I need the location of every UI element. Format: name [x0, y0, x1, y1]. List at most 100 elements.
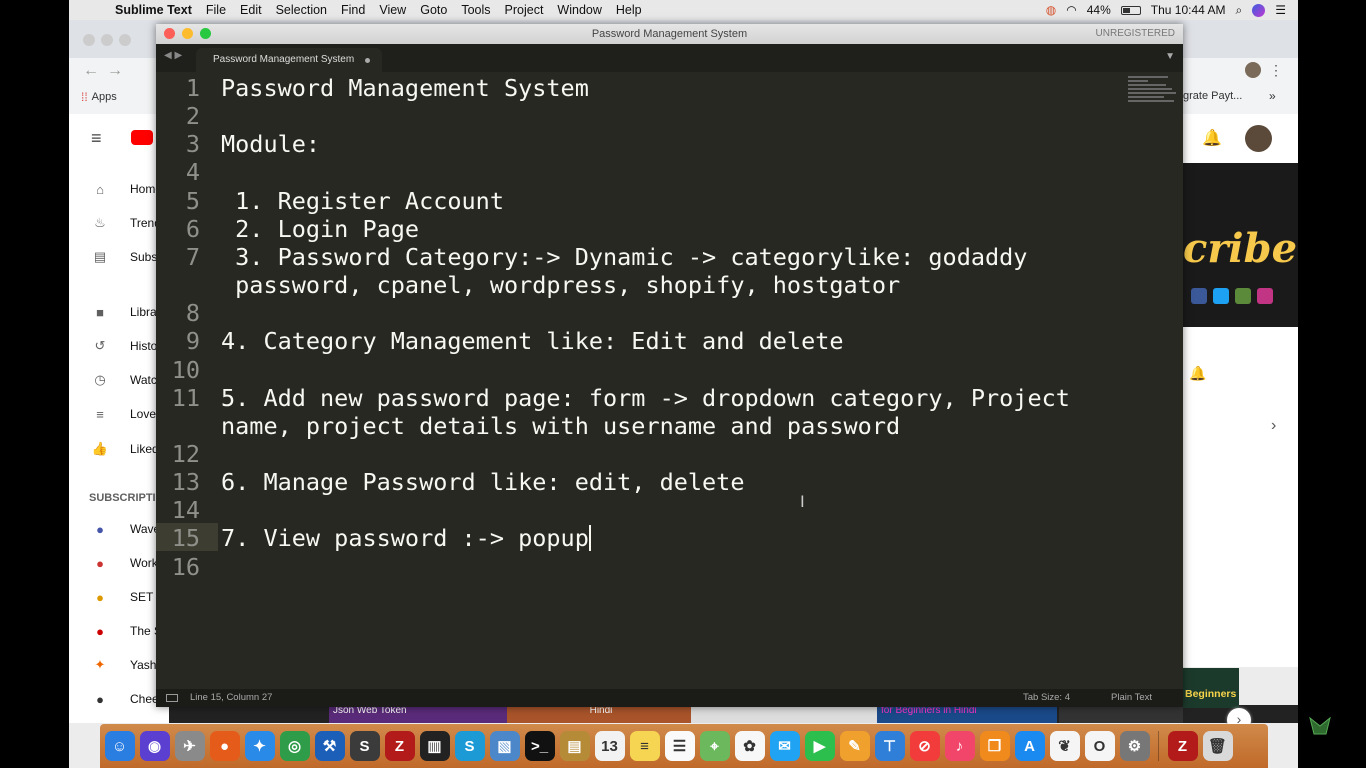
menu-goto[interactable]: Goto — [420, 3, 447, 17]
unsaved-dot-icon[interactable] — [365, 58, 370, 63]
video-thumbnail[interactable]: Json Web Token — [329, 705, 507, 723]
chrome-zoom-button[interactable] — [119, 34, 131, 46]
video-thumbnail[interactable]: Hindi — [507, 705, 691, 723]
opera-icon[interactable]: O — [1084, 731, 1115, 761]
minimap[interactable] — [1128, 76, 1180, 116]
zoom-button[interactable] — [200, 28, 211, 39]
subscription-item[interactable]: ● SET — [69, 587, 169, 607]
wifi-icon[interactable]: ◠ — [1066, 3, 1076, 17]
skype-icon[interactable]: S — [454, 731, 485, 761]
tab-scroll-arrows-icon[interactable]: ◀ ▶ — [164, 50, 182, 61]
subscription-item[interactable]: ● Work — [69, 553, 169, 573]
sidebar-item-library[interactable]: ■Library — [69, 302, 169, 322]
close-button[interactable] — [164, 28, 175, 39]
trash-icon[interactable]: 🗑 — [1202, 731, 1233, 761]
chrome-menu-icon[interactable]: ⋮ — [1269, 62, 1283, 79]
chevron-right-icon[interactable]: › — [1271, 417, 1276, 435]
youtube-logo[interactable] — [131, 130, 153, 145]
reminders-icon[interactable]: ☰ — [664, 731, 695, 761]
subscription-item[interactable]: ● Wave — [69, 519, 169, 539]
siri-menubar-icon[interactable] — [1252, 3, 1266, 17]
minimize-button[interactable] — [182, 28, 193, 39]
sidebar-item-liked[interactable]: 👍 Liked — [69, 439, 169, 459]
menubar-clock[interactable]: Thu 10:44 AM — [1151, 3, 1226, 17]
maps-icon[interactable]: ⌖ — [699, 731, 730, 761]
mongodb-icon[interactable]: ❦ — [1049, 731, 1080, 761]
menu-tools[interactable]: Tools — [461, 3, 490, 17]
xcode-icon[interactable]: ⚒ — [314, 731, 345, 761]
archive-icon[interactable]: ▤ — [559, 731, 590, 761]
system-preferences-icon[interactable]: ⚙ — [1119, 731, 1150, 761]
keynote-icon[interactable]: ⊤ — [874, 731, 905, 761]
user-avatar[interactable] — [1245, 125, 1272, 152]
calendar-icon[interactable]: 13 — [594, 731, 625, 761]
editor-area[interactable]: 1 Password Management System 2 3 Module: 4 5 1… — [156, 72, 1183, 690]
messages-icon[interactable]: ✉ — [769, 731, 800, 761]
menu-file[interactable]: File — [206, 3, 226, 17]
forward-icon[interactable]: → — [107, 62, 123, 80]
battery-percentage[interactable]: 44% — [1087, 3, 1111, 17]
menu-project[interactable]: Project — [505, 3, 544, 17]
battery-icon[interactable] — [1120, 5, 1141, 15]
notes-icon[interactable]: ≡ — [629, 731, 660, 761]
subscription-item[interactable]: ● The S — [69, 621, 169, 641]
pages-icon[interactable]: ✎ — [839, 731, 870, 761]
bookmark-apps[interactable]: ⁞⁞ Apps — [81, 90, 117, 104]
chrome-close-button[interactable] — [83, 34, 95, 46]
music-icon[interactable]: ♪ — [944, 731, 975, 761]
subscription-item[interactable]: ● Chee — [69, 689, 169, 709]
bookmarks-overflow-icon[interactable]: » — [1269, 89, 1276, 103]
instagram-icon[interactable] — [1257, 288, 1273, 304]
sidebar-item-subscriptions[interactable]: ▤Subscriptions — [69, 247, 169, 267]
news-icon[interactable]: ⊘ — [909, 731, 940, 761]
sidebar-item-playlist[interactable]: ≡ Love — [69, 404, 169, 424]
filezilla2-icon[interactable]: Z — [1167, 731, 1198, 761]
books-icon[interactable]: ❒ — [979, 731, 1010, 761]
twitter-icon[interactable] — [1213, 288, 1229, 304]
profile-avatar[interactable] — [1245, 62, 1261, 78]
video-thumbnail[interactable] — [691, 705, 877, 723]
sidebar-item-watch-later[interactable]: ◷Watch later — [69, 370, 169, 390]
subscription-item[interactable]: ✦ Yash — [69, 655, 169, 675]
menu-app-name[interactable]: Sublime Text — [115, 3, 192, 17]
menu-help[interactable]: Help — [616, 3, 642, 17]
hamburger-menu-icon[interactable]: ≡ — [91, 128, 102, 149]
video-thumbnail[interactable] — [1059, 705, 1183, 723]
filezilla-icon[interactable]: Z — [384, 731, 415, 761]
sidebar-item-trending[interactable]: ♨Trending — [69, 213, 169, 233]
menu-view[interactable]: View — [379, 3, 406, 17]
tab-menu-chevron-icon[interactable]: ▼ — [1165, 51, 1175, 62]
chrome-minimize-button[interactable] — [101, 34, 113, 46]
activity-monitor-icon[interactable]: ▥ — [419, 731, 450, 761]
panel-toggle-icon[interactable] — [166, 694, 178, 702]
video-thumbnail[interactable]: for Beginners in Hindi — [877, 705, 1057, 723]
notification-center-icon[interactable]: ☰ — [1275, 3, 1286, 17]
menu-window[interactable]: Window — [557, 3, 601, 17]
finder-icon[interactable]: ☺ — [104, 731, 135, 761]
tab-size-selector[interactable]: Tab Size: 4 — [1023, 689, 1070, 707]
menu-find[interactable]: Find — [341, 3, 365, 17]
sublime-icon[interactable]: S — [349, 731, 380, 761]
sidebar-item-home[interactable]: ⌂ Home — [69, 179, 169, 199]
back-icon[interactable]: ← — [83, 62, 99, 80]
notifications-bell-icon[interactable]: 🔔 — [1202, 128, 1222, 148]
menu-edit[interactable]: Edit — [240, 3, 262, 17]
tab-active-file[interactable]: Password Management System — [196, 48, 382, 72]
facebook-icon[interactable] — [1191, 288, 1207, 304]
website-icon[interactable] — [1235, 288, 1251, 304]
spotlight-search-icon[interactable]: ⌕ — [1236, 3, 1243, 18]
launchpad-icon[interactable]: ✈ — [174, 731, 205, 761]
menu-selection[interactable]: Selection — [276, 3, 327, 17]
video-thumbnail[interactable]: Beginners in Hindi — [1183, 668, 1239, 708]
appstore-icon[interactable]: A — [1014, 731, 1045, 761]
firefox-icon[interactable]: ● — [209, 731, 240, 761]
terminal-icon[interactable]: >_ — [524, 731, 555, 761]
facetime-icon[interactable]: ▶ — [804, 731, 835, 761]
siri-icon[interactable]: ◉ — [139, 731, 170, 761]
bell-outline-icon[interactable]: 🔔 — [1189, 365, 1206, 382]
safari-icon[interactable]: ✦ — [244, 731, 275, 761]
status-app-icon[interactable]: ◍ — [1046, 3, 1056, 17]
syntax-selector[interactable]: Plain Text — [1111, 689, 1152, 707]
bookmark-item[interactable]: grate Payt... — [1183, 90, 1242, 102]
photos-icon[interactable]: ✿ — [734, 731, 765, 761]
